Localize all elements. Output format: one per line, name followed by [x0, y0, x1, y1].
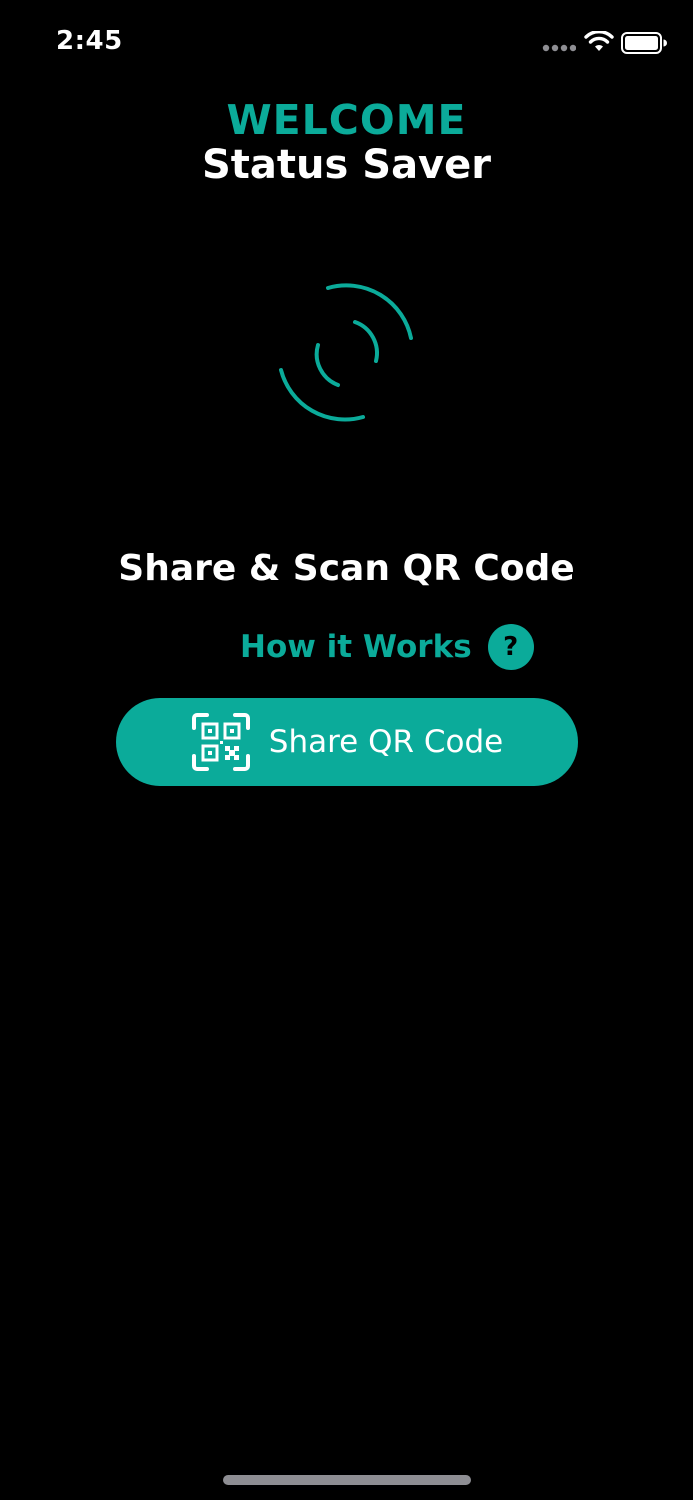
signal-dots-icon [542, 44, 576, 52]
help-icon[interactable]: ? [487, 624, 534, 670]
status-bar: 2:45 [0, 0, 693, 90]
welcome-title: WELCOME [226, 96, 467, 144]
how-it-works-link[interactable]: How it Works ? [240, 623, 534, 671]
wifi-icon [584, 31, 614, 51]
share-qr-code-label: Share QR Code [268, 724, 504, 760]
headline: Share & Scan QR Code [118, 548, 575, 589]
status-time: 2:45 [56, 26, 123, 56]
how-it-works-label[interactable]: How it Works [240, 629, 472, 665]
share-qr-code-button[interactable]: Share QR Code [116, 698, 578, 786]
battery-icon [621, 32, 667, 54]
qr-code-icon [191, 713, 250, 771]
home-indicator[interactable] [223, 1475, 471, 1485]
loading-arcs-icon [279, 283, 413, 422]
app-name: Status Saver [202, 142, 491, 188]
